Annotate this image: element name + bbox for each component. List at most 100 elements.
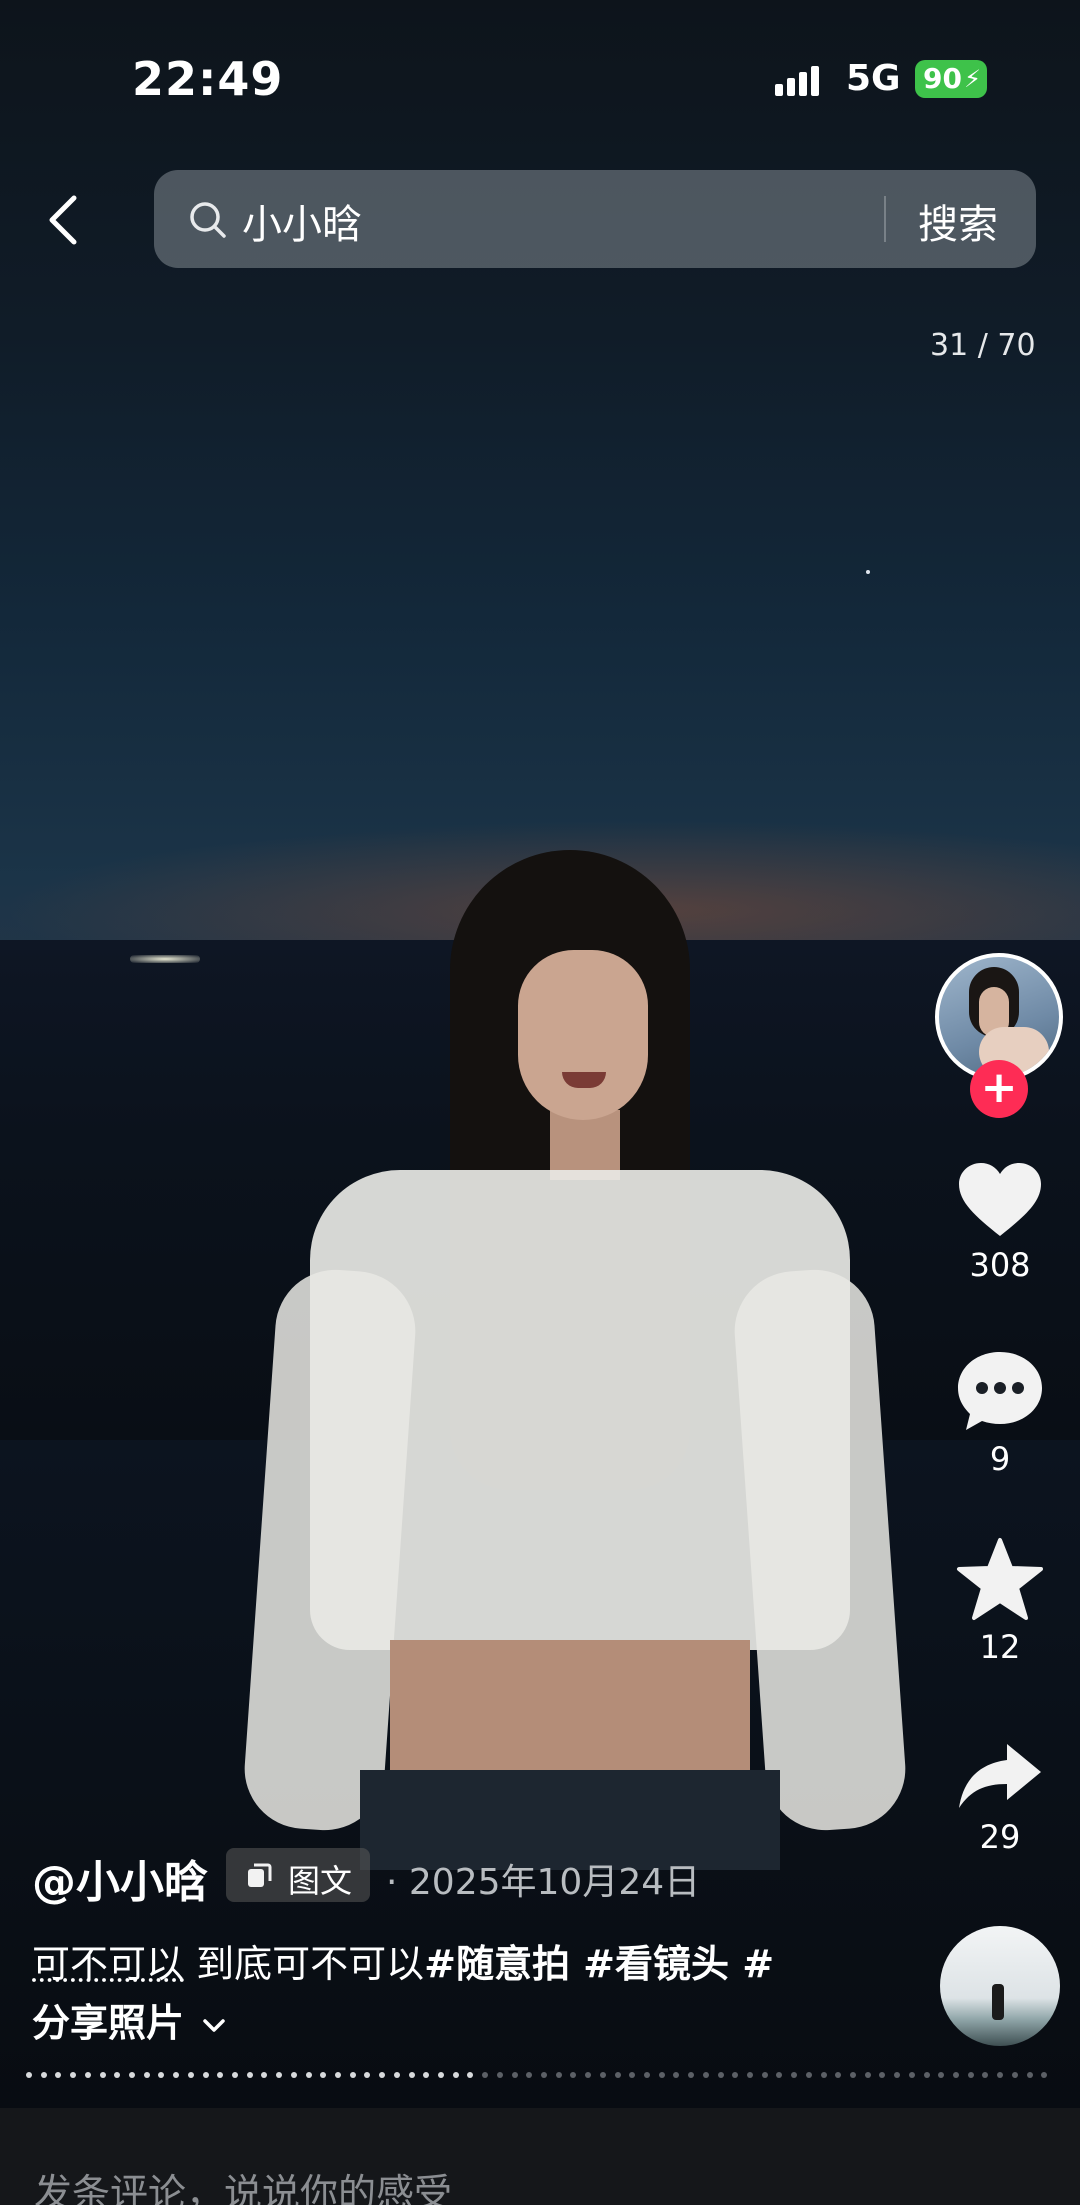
progress-dot	[379, 2072, 386, 2078]
plus-icon: +	[980, 1062, 1018, 1113]
progress-dot	[629, 2072, 636, 2078]
search-bar[interactable]: 小小晗 搜索	[154, 170, 1036, 268]
image-counter: 31 / 70	[930, 328, 1036, 363]
progress-dot	[688, 2072, 695, 2078]
comment-button[interactable]: 9	[950, 1348, 1050, 1478]
search-divider	[884, 196, 886, 242]
progress-dot	[541, 2072, 547, 2078]
signal-icon	[775, 62, 825, 96]
progress-dot	[290, 2072, 297, 2078]
progress-dot	[276, 2072, 283, 2078]
images-icon	[248, 1863, 272, 1887]
progress-dot	[40, 2072, 47, 2078]
progress-dot	[158, 2072, 165, 2078]
post-description-line2[interactable]: 分享照片	[32, 1992, 227, 2047]
post-hashtags[interactable]: #随意拍 #看镜头 #	[424, 1942, 774, 1986]
progress-dot	[953, 2072, 959, 2078]
progress-dot	[997, 2072, 1004, 2078]
progress-dot	[614, 2072, 621, 2078]
progress-dot	[84, 2072, 91, 2078]
progress-dot	[438, 2072, 444, 2078]
progress-dot	[99, 2072, 106, 2078]
status-time: 22:49	[132, 52, 284, 106]
progress-dot	[320, 2072, 327, 2078]
battery-level: 90	[923, 62, 962, 95]
comment-bubble-icon	[958, 1352, 1042, 1430]
progress-dot	[467, 2072, 474, 2078]
progress-dot	[835, 2072, 842, 2078]
post-type-tag: 图文	[226, 1848, 370, 1902]
like-count: 308	[969, 1246, 1031, 1284]
favorite-count: 12	[979, 1628, 1021, 1666]
progress-dot	[555, 2072, 562, 2078]
search-input[interactable]: 小小晗	[242, 192, 362, 250]
progress-dot	[246, 2072, 253, 2078]
progress-dot	[599, 2072, 606, 2078]
progress-dot	[894, 2072, 901, 2078]
progress-dot	[26, 2072, 32, 2078]
author-name[interactable]: @小小晗	[32, 1846, 208, 1910]
progress-dot	[658, 2072, 665, 2078]
star	[866, 570, 870, 574]
progress-dot	[761, 2072, 768, 2078]
chevron-left-icon	[49, 195, 77, 245]
share-button[interactable]: 29	[950, 1740, 1050, 1856]
progress-dot	[143, 2072, 150, 2078]
progress-dot	[55, 2072, 62, 2078]
like-button[interactable]: 308	[950, 1160, 1050, 1284]
progress-dot	[202, 2072, 209, 2078]
search-button[interactable]: 搜索	[918, 192, 998, 250]
progress-dot	[820, 2072, 827, 2078]
progress-dot	[482, 2072, 489, 2078]
gallery-progress	[26, 2072, 1056, 2080]
progress-dot	[408, 2072, 415, 2078]
progress-dot	[393, 2072, 400, 2078]
photo-subject[interactable]	[240, 850, 910, 1870]
progress-dot	[1041, 2072, 1048, 2078]
progress-dot	[717, 2072, 724, 2078]
progress-dot	[864, 2072, 871, 2078]
status-bar: 22:49 5G 90 ⚡	[0, 0, 1080, 150]
progress-dot	[335, 2072, 341, 2078]
music-disc[interactable]	[940, 1926, 1060, 2046]
progress-dot	[364, 2072, 371, 2078]
progress-dot	[850, 2072, 856, 2078]
back-button[interactable]	[40, 190, 90, 250]
progress-dot	[187, 2072, 194, 2078]
hashtag-share-photo[interactable]: 分享照片	[32, 2001, 184, 2045]
follow-button[interactable]: +	[970, 1060, 1028, 1118]
post-text: 到底可不可以	[184, 1942, 425, 1986]
distant-lights	[130, 955, 200, 963]
comment-count: 9	[989, 1440, 1011, 1478]
progress-dot	[114, 2072, 121, 2078]
progress-dot	[923, 2072, 930, 2078]
progress-dot	[232, 2072, 238, 2078]
share-arrow-icon	[959, 1744, 1041, 1808]
progress-dot	[1011, 2072, 1018, 2078]
progress-dot	[776, 2072, 783, 2078]
progress-dot	[982, 2072, 989, 2078]
post-description[interactable]: 可不可以 到底可不可以#随意拍 #看镜头 #	[32, 1936, 842, 1992]
post-title: 可不可以	[32, 1942, 185, 1986]
network-type: 5G	[846, 58, 901, 99]
progress-dot	[217, 2072, 224, 2078]
comment-input[interactable]: 发条评论，说说你的感受	[34, 2162, 452, 2205]
progress-dot	[1026, 2072, 1033, 2078]
progress-dot	[526, 2072, 533, 2078]
progress-dot	[173, 2072, 180, 2078]
share-count: 29	[979, 1818, 1021, 1856]
subject-shirt	[310, 1170, 850, 1650]
favorite-button[interactable]: 12	[950, 1536, 1050, 1666]
progress-dot	[791, 2072, 798, 2078]
post-type-label: 图文	[288, 1862, 353, 1900]
heart-icon	[959, 1163, 1041, 1236]
progress-dot	[349, 2072, 356, 2078]
progress-dot	[732, 2072, 739, 2078]
progress-dot	[747, 2072, 753, 2078]
chevron-down-icon[interactable]	[201, 2016, 227, 2036]
star-icon	[957, 1538, 1043, 1620]
screen: 22:49 5G 90 ⚡ 小小晗 搜索 31 / 70 + 308 9 12 …	[0, 0, 1080, 2205]
progress-dot	[129, 2072, 135, 2078]
progress-dot	[511, 2072, 518, 2078]
progress-dot	[496, 2072, 503, 2078]
